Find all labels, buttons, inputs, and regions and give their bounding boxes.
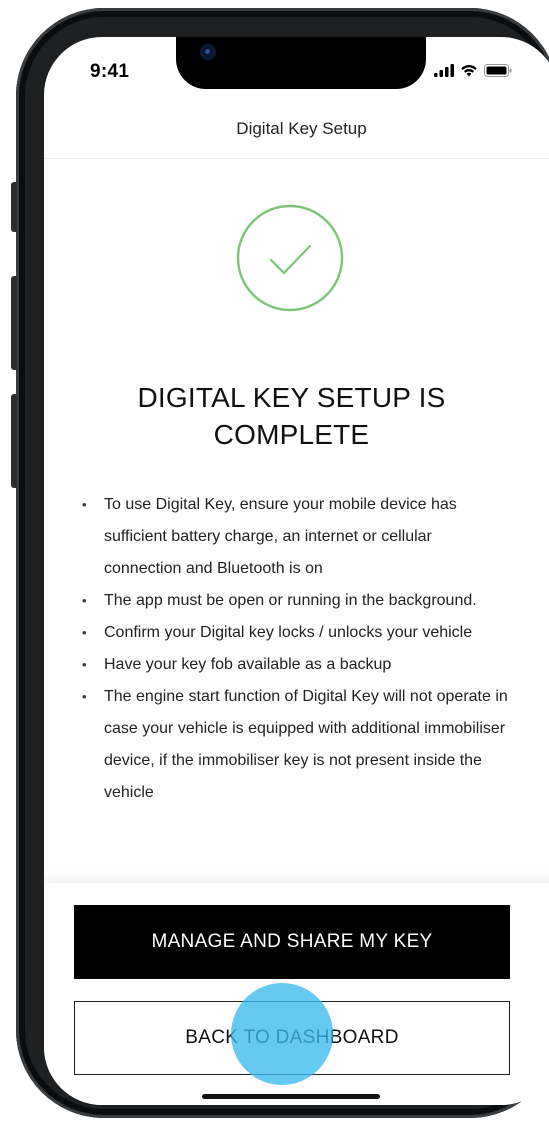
instruction-item: The app must be open or running in the b… <box>80 585 510 617</box>
instructions-list: To use Digital Key, ensure your mobile d… <box>80 489 510 809</box>
battery-icon <box>484 64 512 77</box>
heading-line-2: COMPLETE <box>213 419 370 450</box>
volume-down-button <box>11 394 17 488</box>
back-to-dashboard-label: BACK TO DASHBOARD <box>185 1027 399 1048</box>
completion-heading: DIGITAL KEY SETUP IS COMPLETE <box>104 379 479 453</box>
manage-share-key-button[interactable]: MANAGE AND SHARE MY KEY <box>74 905 510 979</box>
action-footer: MANAGE AND SHARE MY KEY BACK TO DASHBOAR… <box>44 883 549 1105</box>
cellular-signal-icon <box>434 64 454 77</box>
nav-divider <box>44 158 549 159</box>
volume-up-button <box>11 276 17 370</box>
checkmark-circle-icon <box>236 204 344 312</box>
back-to-dashboard-button[interactable]: BACK TO DASHBOARD <box>74 1001 510 1075</box>
app-screen: 9:41 Digital Key Setup DIGITAL KEY SETUP… <box>44 37 549 1105</box>
status-icons <box>434 64 512 77</box>
home-indicator <box>202 1094 380 1099</box>
instruction-item: To use Digital Key, ensure your mobile d… <box>80 489 510 585</box>
instruction-item: Have your key fob available as a backup <box>80 649 510 681</box>
status-time: 9:41 <box>90 61 130 82</box>
wifi-icon <box>461 65 477 77</box>
camera-icon <box>200 44 216 60</box>
instruction-item: The engine start function of Digital Key… <box>80 681 510 809</box>
heading-line-1: DIGITAL KEY SETUP IS <box>137 382 446 413</box>
nav-title: Digital Key Setup <box>236 119 367 138</box>
instruction-item: Confirm your Digital key locks / unlocks… <box>80 617 510 649</box>
mute-switch <box>11 182 17 232</box>
notch <box>176 37 426 89</box>
phone-mockup: 9:41 Digital Key Setup DIGITAL KEY SETUP… <box>0 0 549 1129</box>
